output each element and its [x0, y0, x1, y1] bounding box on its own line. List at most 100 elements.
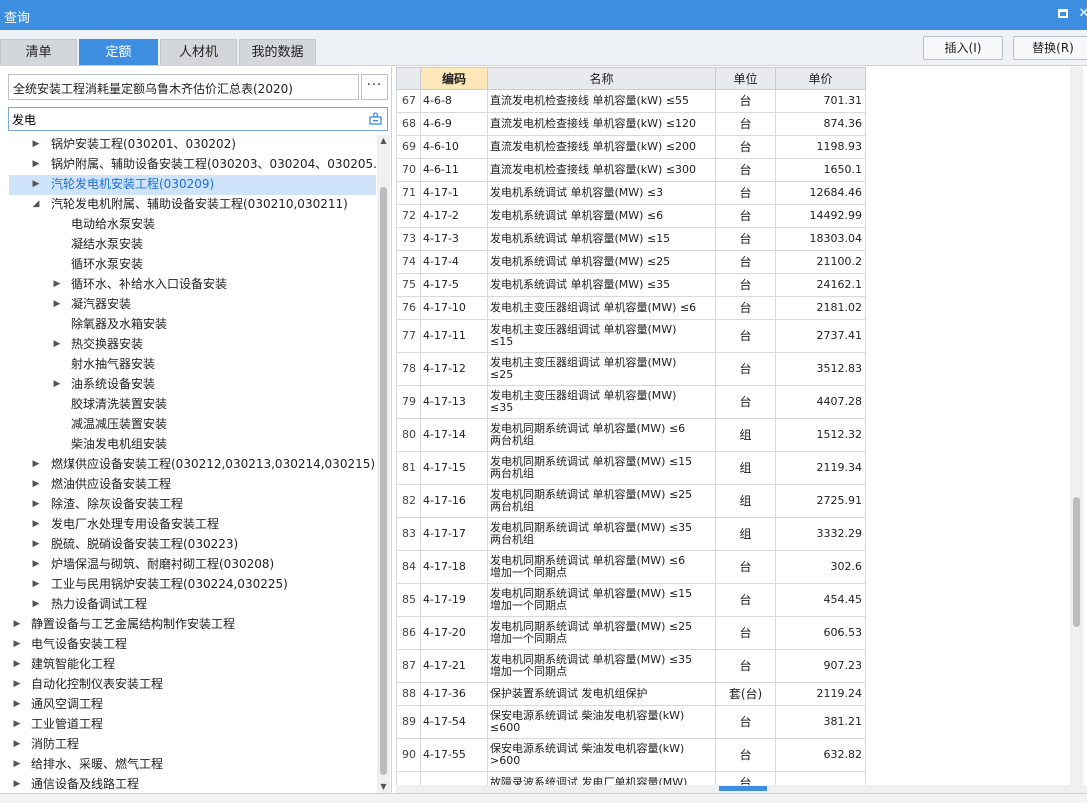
tree-node[interactable]: ▶ 工业管道工程 [0, 715, 376, 735]
table-row[interactable]: 73 4-17-3 发电机系统调试 单机容量(MW) ≤15 台 18303.04 [396, 227, 866, 251]
tree-node[interactable]: 除氧器及水箱安装 [0, 315, 376, 335]
tree-node[interactable]: ▶ 工业与民用锅炉安装工程(030224,030225) [0, 575, 376, 595]
tree-node[interactable]: ▶ 建筑智能化工程 [0, 655, 376, 675]
tree-node[interactable]: ▶ 凝汽器安装 [0, 295, 376, 315]
tree-scroll-thumb[interactable] [380, 187, 387, 775]
tree-node[interactable]: 凝结水泵安装 [0, 235, 376, 255]
expand-arrow-icon[interactable]: ▶ [31, 535, 41, 554]
table-row[interactable]: 83 4-17-17 发电机同期系统调试 单机容量(MW) ≤35 两台机组组 3332… [396, 517, 866, 551]
expand-arrow-icon[interactable]: ▶ [31, 495, 41, 514]
expand-arrow-icon[interactable]: ▶ [12, 675, 22, 694]
expand-arrow-icon[interactable]: ▶ [52, 295, 62, 314]
tree-node[interactable]: 胶球清洗装置安装 [0, 395, 376, 415]
expand-arrow-icon[interactable]: ▶ [31, 155, 41, 174]
grid-horizontal-bar[interactable] [396, 785, 1087, 793]
table-row[interactable]: 72 4-17-2 发电机系统调试 单机容量(MW) ≤6 台 14492.99 [396, 204, 866, 228]
table-row[interactable]: 71 4-17-1 发电机系统调试 单机容量(MW) ≤3 台 12684.46 [396, 181, 866, 205]
close-icon[interactable]: ✕ [1074, 4, 1087, 24]
expand-arrow-icon[interactable]: ▶ [31, 455, 41, 474]
tree-node[interactable]: 循环水泵安装 [0, 255, 376, 275]
expand-arrow-icon[interactable]: ▶ [12, 735, 22, 754]
scroll-down-arrow-icon[interactable]: ▼ [377, 781, 390, 793]
table-row[interactable]: 76 4-17-10 发电机主变压器组调试 单机容量(MW) ≤6 台 2181.02 [396, 296, 866, 320]
tree-scrollbar[interactable]: ▲ ▼ [377, 135, 390, 793]
table-row[interactable]: 90 4-17-55 保安电源系统调试 柴油发电机容量(kW) >600 台 632.82 [396, 738, 866, 772]
expand-arrow-icon[interactable]: ▶ [31, 135, 41, 154]
table-row[interactable]: 81 4-17-15 发电机同期系统调试 单机容量(MW) ≤15 两台机组组 2119… [396, 451, 866, 485]
tree-node[interactable]: 电动给水泵安装 [0, 215, 376, 235]
table-row[interactable]: 69 4-6-10 直流发电机检查接线 单机容量(kW) ≤200 台 1198.93 [396, 135, 866, 159]
expand-arrow-icon[interactable]: ▶ [52, 275, 62, 294]
user-search-icon[interactable] [369, 112, 382, 125]
code-header[interactable]: 编码 [420, 67, 488, 90]
tab-my-data[interactable]: 我的数据 [239, 39, 316, 65]
tree-node[interactable]: ▶ 热交换器安装 [0, 335, 376, 355]
expand-arrow-icon[interactable]: ▶ [52, 335, 62, 354]
tab-labor-material-machine[interactable]: 人材机 [160, 39, 237, 65]
tree-node[interactable]: ▶ 热力设备调试工程 [0, 595, 376, 615]
expand-arrow-icon[interactable]: ▶ [52, 375, 62, 394]
table-row[interactable]: 89 4-17-54 保安电源系统调试 柴油发电机容量(kW) ≤600 台 381.21 [396, 705, 866, 739]
collapse-arrow-icon[interactable]: ◢ [31, 195, 41, 214]
expand-arrow-icon[interactable]: ▶ [12, 755, 22, 774]
expand-arrow-icon[interactable]: ▶ [12, 715, 22, 734]
tree-node[interactable]: 柴油发电机组安装 [0, 435, 376, 455]
expand-arrow-icon[interactable]: ▶ [31, 475, 41, 494]
table-row[interactable]: 68 4-6-9 直流发电机检查接线 单机容量(kW) ≤120 台 874.36 [396, 112, 866, 136]
tree-node[interactable]: ▶ 电气设备安装工程 [0, 635, 376, 655]
tree-node[interactable]: ▶ 循环水、补给水入口设备安装 [0, 275, 376, 295]
expand-arrow-icon[interactable]: ▶ [12, 635, 22, 654]
replace-button[interactable]: 替换(R) [1013, 36, 1087, 60]
tree-node[interactable]: ▶ 消防工程 [0, 735, 376, 755]
tree-node[interactable]: ▶ 给排水、采暖、燃气工程 [0, 755, 376, 775]
maximize-icon[interactable] [1053, 4, 1073, 24]
tree-node[interactable]: ▶ 锅炉附属、辅助设备安装工程(030203、030204、030205... [0, 155, 376, 175]
search-input[interactable] [12, 112, 352, 126]
table-row[interactable]: 84 4-17-18 发电机同期系统调试 单机容量(MW) ≤6 增加一个同期点台 30… [396, 550, 866, 584]
table-row[interactable]: 78 4-17-12 发电机主变压器组调试 单机容量(MW) ≤25 台 3512.83 [396, 352, 866, 386]
expand-arrow-icon[interactable]: ▶ [12, 655, 22, 674]
tree-node[interactable]: ▶ 炉墙保温与砌筑、耐磨衬砌工程(030208) [0, 555, 376, 575]
quota-library-selector[interactable]: 全统安装工程消耗量定额乌鲁木齐估价汇总表(2020) [8, 74, 359, 100]
expand-arrow-icon[interactable]: ▶ [31, 175, 41, 194]
name-header[interactable]: 名称 [487, 67, 716, 90]
table-row[interactable]: 77 4-17-11 发电机主变压器组调试 单机容量(MW) ≤15 台 2737.41 [396, 319, 866, 353]
table-row[interactable]: 88 4-17-36 保护装置系统调试 发电机组保护 套(台) 2119.24 [396, 682, 866, 706]
scroll-up-arrow-icon[interactable]: ▲ [377, 135, 390, 147]
tree-node[interactable]: ◢ 汽轮发电机附属、辅助设备安装工程(030210,030211) [0, 195, 376, 215]
tree-node[interactable]: 减温减压装置安装 [0, 415, 376, 435]
tab-quota[interactable]: 定额 [79, 39, 158, 65]
price-header[interactable]: 单价 [775, 67, 866, 90]
tree-node[interactable]: ▶ 发电厂水处理专用设备安装工程 [0, 515, 376, 535]
expand-arrow-icon[interactable]: ▶ [31, 515, 41, 534]
table-row[interactable]: 67 4-6-8 直流发电机检查接线 单机容量(kW) ≤55 台 701.31 [396, 89, 866, 113]
table-row[interactable]: 80 4-17-14 发电机同期系统调试 单机容量(MW) ≤6 两台机组组 1512.… [396, 418, 866, 452]
table-row[interactable]: 86 4-17-20 发电机同期系统调试 单机容量(MW) ≤25 增加一个同期点台 6… [396, 616, 866, 650]
tree-node[interactable]: 射水抽气器安装 [0, 355, 376, 375]
expand-arrow-icon[interactable]: ▶ [12, 775, 22, 791]
table-row[interactable]: 85 4-17-19 发电机同期系统调试 单机容量(MW) ≤15 增加一个同期点台 4… [396, 583, 866, 617]
expand-arrow-icon[interactable]: ▶ [31, 595, 41, 614]
expand-arrow-icon[interactable]: ▶ [31, 575, 41, 594]
table-row[interactable]: 82 4-17-16 发电机同期系统调试 单机容量(MW) ≤25 两台机组组 2725… [396, 484, 866, 518]
tree-node[interactable]: ▶ 锅炉安装工程(030201、030202) [0, 135, 376, 155]
table-row[interactable]: 79 4-17-13 发电机主变压器组调试 单机容量(MW) ≤35 台 4407.28 [396, 385, 866, 419]
table-row[interactable]: 74 4-17-4 发电机系统调试 单机容量(MW) ≤25 台 21100.2 [396, 250, 866, 274]
grid-scroll-thumb[interactable] [1073, 497, 1080, 627]
tree-node[interactable]: ▶ 汽轮发电机安装工程(030209) [9, 175, 376, 195]
expand-arrow-icon[interactable]: ▶ [31, 555, 41, 574]
table-row[interactable]: 70 4-6-11 直流发电机检查接线 单机容量(kW) ≤300 台 1650.1 [396, 158, 866, 182]
tree-node[interactable]: ▶ 通风空调工程 [0, 695, 376, 715]
insert-button[interactable]: 插入(I) [923, 36, 1003, 60]
expand-arrow-icon[interactable]: ▶ [12, 615, 22, 634]
tree-node[interactable]: ▶ 燃油供应设备安装工程 [0, 475, 376, 495]
tree-node[interactable]: ▶ 自动化控制仪表安装工程 [0, 675, 376, 695]
tree-node[interactable]: ▶ 脱硫、脱硝设备安装工程(030223) [0, 535, 376, 555]
tree-node[interactable]: ▶ 燃煤供应设备安装工程(030212,030213,030214,030215) [0, 455, 376, 475]
expand-arrow-icon[interactable]: ▶ [12, 695, 22, 714]
grid-scrollbar[interactable] [1070, 67, 1083, 785]
tab-list[interactable]: 清单 [0, 39, 77, 65]
table-row[interactable]: 75 4-17-5 发电机系统调试 单机容量(MW) ≤35 台 24162.1 [396, 273, 866, 297]
tree-node[interactable]: ▶ 通信设备及线路工程 [0, 775, 376, 791]
table-row[interactable]: 87 4-17-21 发电机同期系统调试 单机容量(MW) ≤35 增加一个同期点台 9… [396, 649, 866, 683]
